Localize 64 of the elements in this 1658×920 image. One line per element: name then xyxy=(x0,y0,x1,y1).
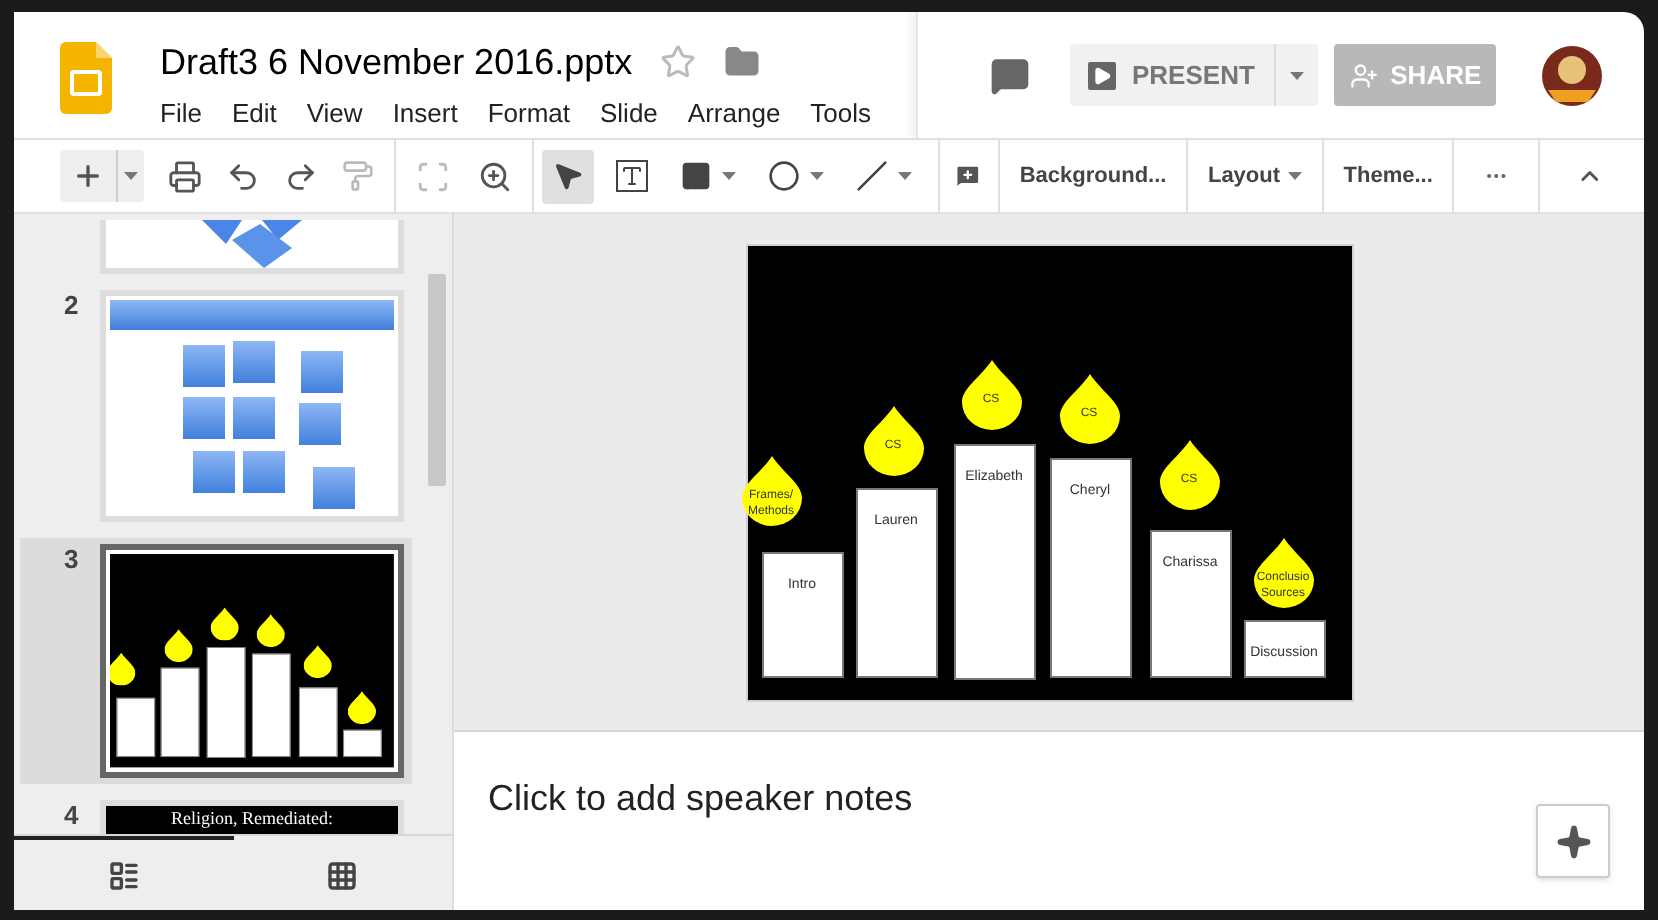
menu-item[interactable]: Arrange xyxy=(687,98,781,130)
flame-icon xyxy=(961,359,1021,429)
folder-icon[interactable] xyxy=(724,44,761,80)
shape-icon xyxy=(767,160,800,192)
caret-icon xyxy=(897,172,912,180)
new-slide-options-button[interactable] xyxy=(116,150,144,202)
line-icon xyxy=(855,160,888,192)
text-box-icon xyxy=(615,160,648,192)
speaker-notes-prompt[interactable]: Click to add speaker notes xyxy=(488,778,913,818)
flame-icon xyxy=(1159,439,1219,509)
menu-item[interactable]: Format xyxy=(487,98,570,130)
explore-icon xyxy=(1555,823,1591,859)
toolbar-text-button[interactable]: Background... xyxy=(999,139,1187,213)
document-title[interactable]: Draft3 6 November 2016.pptx xyxy=(160,40,633,84)
star-icon[interactable] xyxy=(660,44,697,80)
pointer-tool[interactable] xyxy=(541,149,594,203)
caret-icon xyxy=(124,172,138,180)
slide-number: 4 xyxy=(64,800,81,832)
flame-icon xyxy=(1059,373,1119,443)
candle xyxy=(116,697,156,758)
flame-icon xyxy=(863,405,923,475)
candle xyxy=(298,687,338,758)
flame-icon xyxy=(110,652,136,686)
flame-icon xyxy=(256,614,285,648)
menu-item[interactable]: File xyxy=(160,98,202,130)
explore-button[interactable] xyxy=(1536,804,1610,878)
slide-thumbnail[interactable]: Religion, Remediated: xyxy=(100,800,404,834)
caret-icon xyxy=(809,172,824,180)
pointer-icon xyxy=(551,160,584,192)
print-icon[interactable] xyxy=(168,159,202,193)
menu-item[interactable]: Tools xyxy=(810,98,872,130)
flame-icon xyxy=(741,455,801,525)
avatar[interactable] xyxy=(1542,45,1603,105)
flame-icon xyxy=(210,607,239,641)
person-icon xyxy=(1350,61,1379,89)
toolbar-text-button[interactable]: Theme... xyxy=(1323,139,1453,213)
undo-icon[interactable] xyxy=(226,159,260,193)
scrollbar[interactable] xyxy=(428,274,446,486)
menu-item[interactable]: View xyxy=(306,98,363,130)
zoom-icon[interactable] xyxy=(477,159,512,193)
slide-title: Religion, Remediated: xyxy=(171,806,333,832)
candle xyxy=(343,729,382,758)
menu-item[interactable]: Edit xyxy=(231,98,277,130)
menu-item[interactable]: Slide xyxy=(600,98,658,130)
menu-item[interactable]: Insert xyxy=(392,98,458,130)
list-view-icon xyxy=(107,859,140,891)
flame-icon xyxy=(1253,537,1313,607)
toolbar-text-button[interactable]: Layout xyxy=(1187,139,1323,213)
comments-icon[interactable] xyxy=(990,55,1030,95)
candle xyxy=(160,667,200,758)
play-icon xyxy=(1088,61,1116,89)
caret-icon xyxy=(1290,71,1305,79)
flame-icon xyxy=(347,691,376,725)
grid-view-icon xyxy=(326,859,359,891)
candle xyxy=(251,653,291,758)
flame-icon xyxy=(164,629,193,663)
slide-number: 2 xyxy=(64,290,81,322)
slide-thumbnail[interactable] xyxy=(100,544,404,778)
caret-icon xyxy=(721,172,736,180)
flame-icon xyxy=(303,645,332,679)
slide-number: 3 xyxy=(64,544,81,576)
redo-icon[interactable] xyxy=(284,159,318,193)
plus-icon xyxy=(72,160,104,192)
candle xyxy=(206,647,246,758)
